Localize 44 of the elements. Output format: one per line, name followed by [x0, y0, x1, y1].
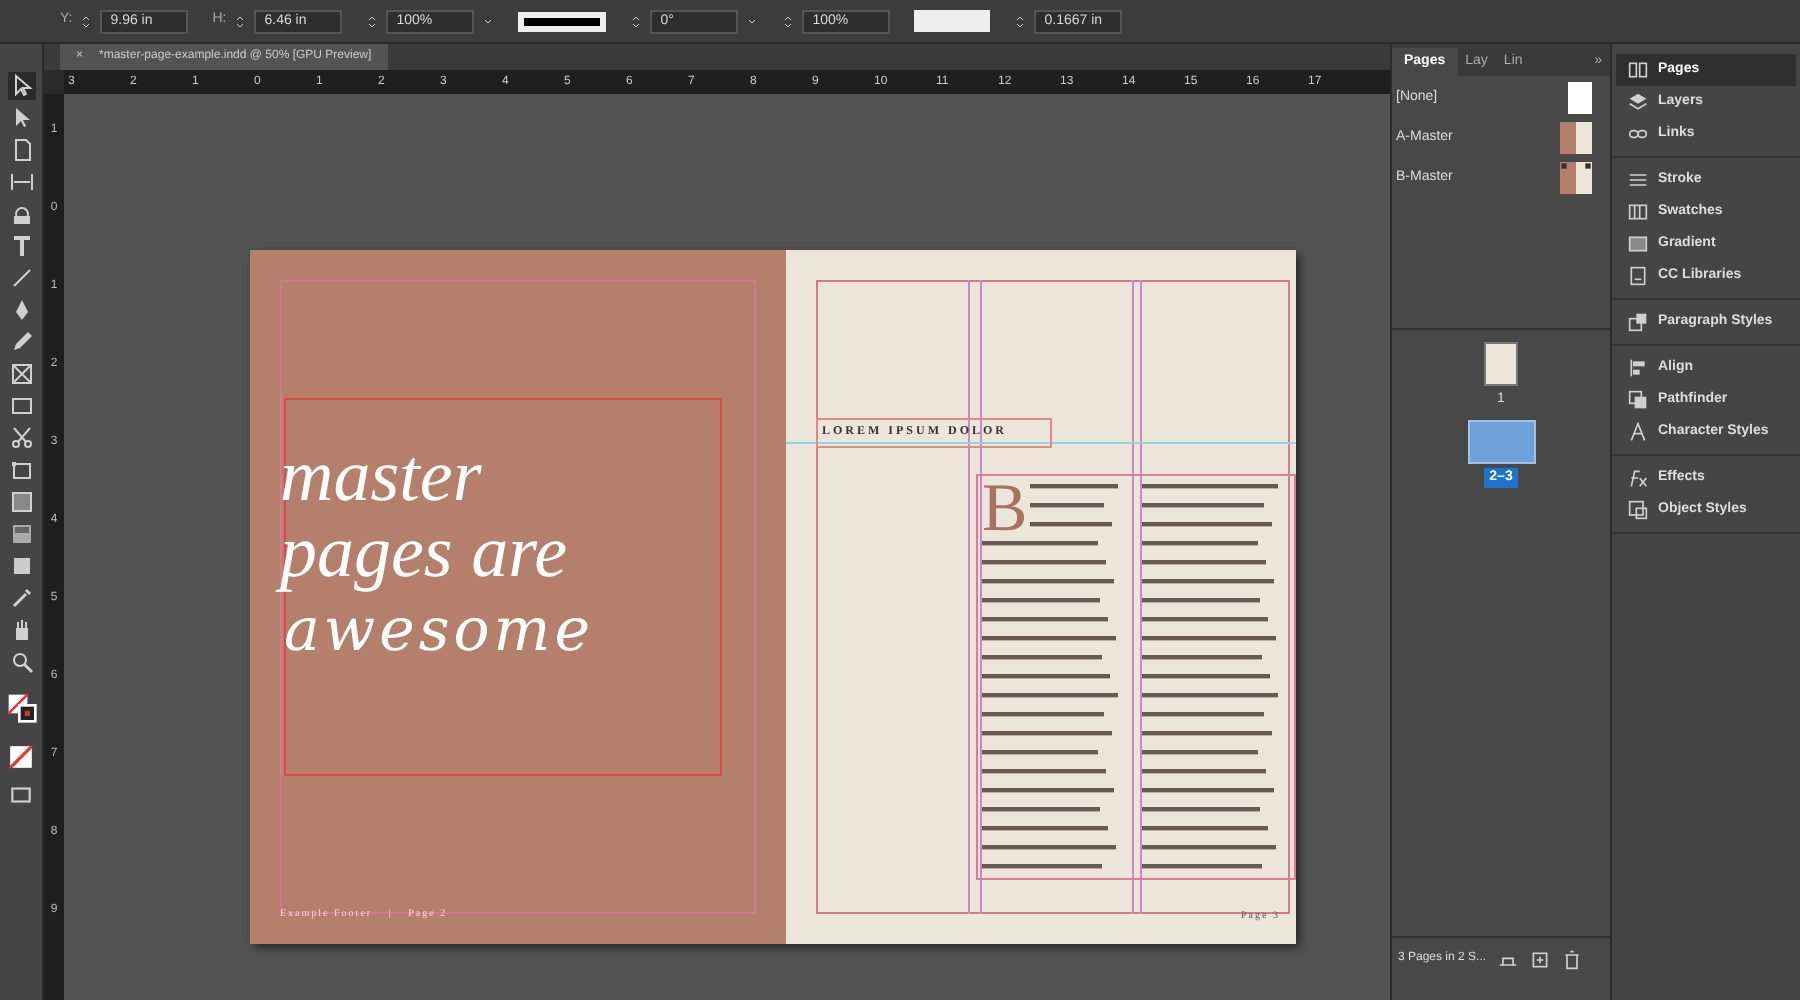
- tool-icon[interactable]: [7, 392, 35, 420]
- stepper-icon[interactable]: [80, 11, 93, 31]
- master-thumbnail[interactable]: [1554, 122, 1598, 154]
- stepper-icon[interactable]: [782, 11, 795, 31]
- panel-icon: [1628, 312, 1648, 332]
- panel-icon: [1628, 234, 1648, 254]
- title-line: pages are: [280, 516, 786, 592]
- panel-icon: [1628, 124, 1648, 144]
- panel-icon: [1628, 202, 1648, 222]
- panel-icon: [1628, 500, 1648, 520]
- panel-icon: [1628, 358, 1648, 378]
- panel-icon: [1628, 92, 1648, 112]
- stepper-icon[interactable]: [366, 11, 379, 31]
- screen-mode-icon[interactable]: [8, 782, 34, 808]
- spread-thumbnail[interactable]: [1467, 419, 1535, 463]
- panel-icon: [1628, 170, 1648, 190]
- zoom-icon[interactable]: [7, 648, 35, 676]
- stepper-icon[interactable]: [1014, 11, 1027, 31]
- stepper-icon[interactable]: [234, 11, 247, 31]
- trash-icon[interactable]: [1562, 949, 1583, 969]
- tool-icon[interactable]: [7, 72, 35, 100]
- stroke-style-swatch[interactable]: [518, 11, 607, 31]
- panel-icon: [1628, 390, 1648, 410]
- panel-icon: [1628, 468, 1648, 488]
- tool-icon[interactable]: [7, 488, 35, 516]
- tool-icon[interactable]: [7, 584, 35, 612]
- page-thumbnail[interactable]: [1484, 342, 1518, 386]
- panel-icon: [1628, 266, 1648, 286]
- title-line: master: [280, 440, 484, 516]
- frame-fitting-swatch[interactable]: [914, 10, 991, 32]
- panel-icon: [1628, 60, 1648, 80]
- stepper-icon[interactable]: [630, 11, 643, 31]
- script-title: awesome: [282, 594, 596, 670]
- tool-icon[interactable]: [7, 520, 35, 548]
- master-thumbnail[interactable]: [1554, 162, 1598, 194]
- fill-stroke-swatch-icon[interactable]: [5, 692, 37, 724]
- new-page-icon[interactable]: [1530, 949, 1551, 969]
- none-swatch-icon[interactable]: [8, 744, 34, 770]
- tool-icon[interactable]: [7, 168, 35, 196]
- tool-icon[interactable]: [7, 360, 35, 388]
- tool-icon[interactable]: [7, 456, 35, 484]
- drop-cap: B: [982, 476, 1028, 544]
- panel-icon: [1628, 422, 1648, 442]
- tool-icon[interactable]: [7, 424, 35, 452]
